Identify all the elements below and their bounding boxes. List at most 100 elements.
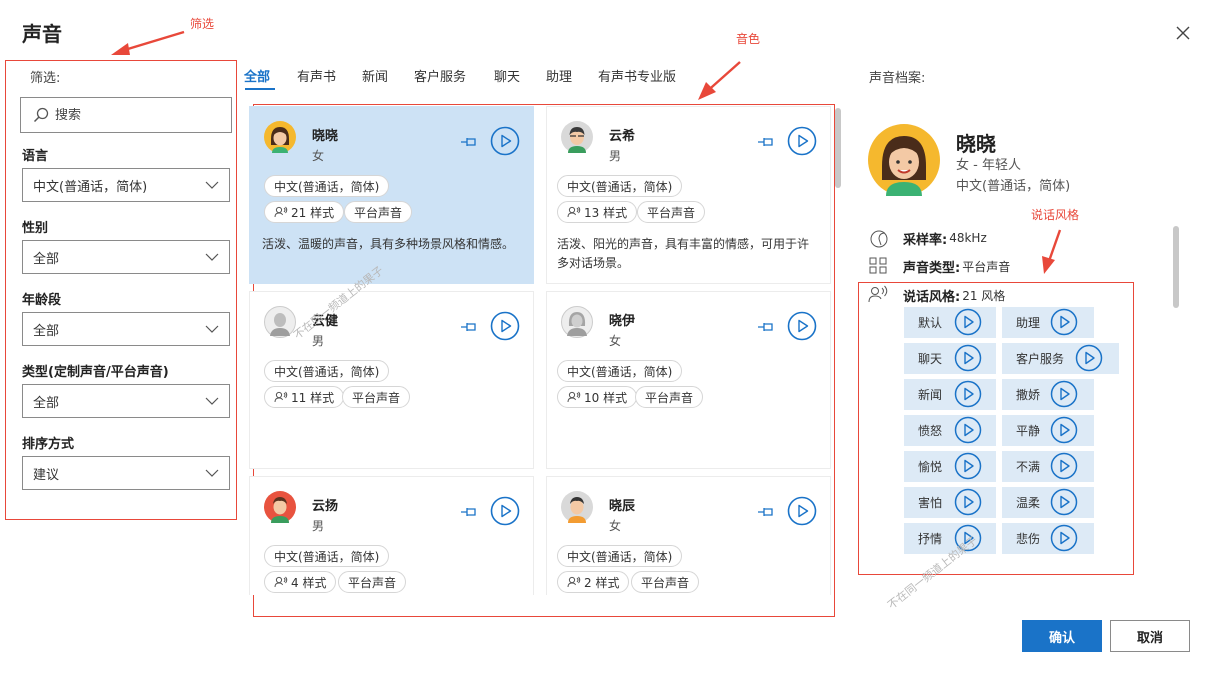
play-icon[interactable] xyxy=(954,524,982,552)
tab-chat[interactable]: 聊天 xyxy=(494,66,520,85)
cancel-button[interactable]: 取消 xyxy=(1110,620,1190,652)
search-input[interactable] xyxy=(55,107,215,123)
avatar-female-icon xyxy=(868,124,940,196)
tab-news[interactable]: 新闻 xyxy=(362,66,388,85)
play-icon[interactable] xyxy=(954,344,982,372)
play-icon[interactable] xyxy=(954,380,982,408)
language-chip: 中文(普通话，简体) xyxy=(557,175,683,197)
age-select[interactable]: 全部 xyxy=(22,312,230,346)
voice-card-yunyang[interactable]: 云扬 男 中文(普通话，简体) 4 样式 平台声音 xyxy=(250,477,533,595)
voice-gender: 女 xyxy=(609,334,622,348)
style-affectionate[interactable]: 撒娇 xyxy=(1002,379,1094,410)
type-chip: 平台声音 xyxy=(338,571,407,593)
style-customer-service[interactable]: 客户服务 xyxy=(1002,343,1119,374)
play-icon[interactable] xyxy=(490,126,520,156)
style-calm[interactable]: 平静 xyxy=(1002,415,1094,446)
voice-gender: 男 xyxy=(312,334,325,348)
voice-list[interactable]: 晓晓 女 中文(普通话，简体) 21 样式 平台声音 活泼、温暖的声音，具有多种… xyxy=(246,103,832,595)
voice-name: 云健 xyxy=(312,314,339,329)
tab-assistant[interactable]: 助理 xyxy=(546,66,572,85)
voice-card-yunjian[interactable]: 云健 男 中文(普通话，简体) 11 样式 平台声音 xyxy=(250,292,533,468)
play-icon[interactable] xyxy=(1050,452,1078,480)
style-disgruntled[interactable]: 不满 xyxy=(1002,451,1094,482)
chevron-down-icon xyxy=(205,181,219,189)
play-icon[interactable] xyxy=(954,452,982,480)
play-icon[interactable] xyxy=(787,496,817,526)
language-chip: 中文(普通话，简体) xyxy=(557,360,683,382)
pin-icon[interactable] xyxy=(757,505,775,519)
play-icon[interactable] xyxy=(490,311,520,341)
play-icon[interactable] xyxy=(490,496,520,526)
play-icon[interactable] xyxy=(1050,524,1078,552)
style-default[interactable]: 默认 xyxy=(904,307,996,338)
play-icon[interactable] xyxy=(1050,488,1078,516)
styles-chip: 10 样式 xyxy=(557,386,638,408)
sample-rate-icon xyxy=(870,230,888,248)
profile-scrollbar[interactable] xyxy=(1173,226,1179,308)
pin-icon[interactable] xyxy=(460,320,478,334)
pin-icon[interactable] xyxy=(460,505,478,519)
voice-list-scrollbar[interactable] xyxy=(835,108,841,188)
gender-select[interactable]: 全部 xyxy=(22,240,230,274)
play-icon[interactable] xyxy=(1050,380,1078,408)
voice-name: 晓晓 xyxy=(312,129,339,144)
tab-all[interactable]: 全部 xyxy=(244,66,270,85)
type-label: 类型(定制声音/平台声音) xyxy=(22,365,169,380)
language-chip: 中文(普通话，简体) xyxy=(264,545,390,567)
voice-card-xiaochen[interactable]: 晓辰 女 中文(普通话，简体) 2 样式 平台声音 xyxy=(547,477,830,595)
tab-audiobook[interactable]: 有声书 xyxy=(297,66,336,85)
avatar-female-icon xyxy=(264,121,296,153)
voice-card-yunxi[interactable]: 云希 男 中文(普通话，简体) 13 样式 平台声音 活泼、阳光的声音，具有丰富… xyxy=(547,107,830,283)
styles-chip: 11 样式 xyxy=(264,386,345,408)
avatar-male-icon xyxy=(264,491,296,523)
pin-icon[interactable] xyxy=(757,320,775,334)
play-icon[interactable] xyxy=(1075,344,1103,372)
voice-name: 云扬 xyxy=(312,499,339,514)
pin-icon[interactable] xyxy=(460,135,478,149)
play-icon[interactable] xyxy=(954,488,982,516)
style-angry[interactable]: 愤怒 xyxy=(904,415,996,446)
search-icon xyxy=(33,107,49,123)
tab-audiobook-pro[interactable]: 有声书专业版 xyxy=(598,66,676,85)
play-icon[interactable] xyxy=(954,308,982,336)
style-fearful[interactable]: 害怕 xyxy=(904,487,996,518)
annotation-filter-label: 筛选 xyxy=(190,17,215,31)
annotation-voices-label: 音色 xyxy=(736,32,761,46)
voice-gender: 女 xyxy=(312,149,325,163)
play-icon[interactable] xyxy=(787,311,817,341)
language-select[interactable]: 中文(普通话，简体) xyxy=(22,168,230,202)
language-chip: 中文(普通话，简体) xyxy=(557,545,683,567)
sort-select[interactable]: 建议 xyxy=(22,456,230,490)
style-cheerful[interactable]: 愉悦 xyxy=(904,451,996,482)
voice-description: 活泼、温暖的声音，具有多种场景风格和情感。 xyxy=(262,237,515,251)
styles-chip: 21 样式 xyxy=(264,201,345,223)
chevron-down-icon xyxy=(205,253,219,261)
voice-type-row: 声音类型: 平台声音 xyxy=(868,256,1010,276)
play-icon[interactable] xyxy=(954,416,982,444)
speaking-voice-icon xyxy=(274,576,288,588)
speaking-style-label: 说话风格: xyxy=(903,289,961,305)
play-icon[interactable] xyxy=(1050,308,1078,336)
tab-customer-service[interactable]: 客户服务 xyxy=(414,66,466,85)
style-lyrical[interactable]: 抒情 xyxy=(904,523,996,554)
speaking-voice-icon xyxy=(274,391,288,403)
voice-card-xiaoyi[interactable]: 晓伊 女 中文(普通话，简体) 10 样式 平台声音 xyxy=(547,292,830,468)
language-label: 语言 xyxy=(22,149,49,164)
voice-name: 晓辰 xyxy=(609,499,636,514)
pin-icon[interactable] xyxy=(757,135,775,149)
style-assistant[interactable]: 助理 xyxy=(1002,307,1094,338)
search-box[interactable] xyxy=(20,97,232,133)
play-icon[interactable] xyxy=(787,126,817,156)
style-sad[interactable]: 悲伤 xyxy=(1002,523,1094,554)
voice-card-xiaoxiao[interactable]: 晓晓 女 中文(普通话，简体) 21 样式 平台声音 活泼、温暖的声音，具有多种… xyxy=(250,107,533,283)
voice-type-grid-icon xyxy=(869,257,887,274)
style-chat[interactable]: 聊天 xyxy=(904,343,996,374)
type-select[interactable]: 全部 xyxy=(22,384,230,418)
annotation-voices-arrow xyxy=(698,61,741,100)
close-icon[interactable] xyxy=(1172,22,1194,44)
confirm-button[interactable]: 确认 xyxy=(1022,620,1102,652)
age-select-value: 全部 xyxy=(33,323,60,339)
style-news[interactable]: 新闻 xyxy=(904,379,996,410)
style-gentle[interactable]: 温柔 xyxy=(1002,487,1094,518)
play-icon[interactable] xyxy=(1050,416,1078,444)
